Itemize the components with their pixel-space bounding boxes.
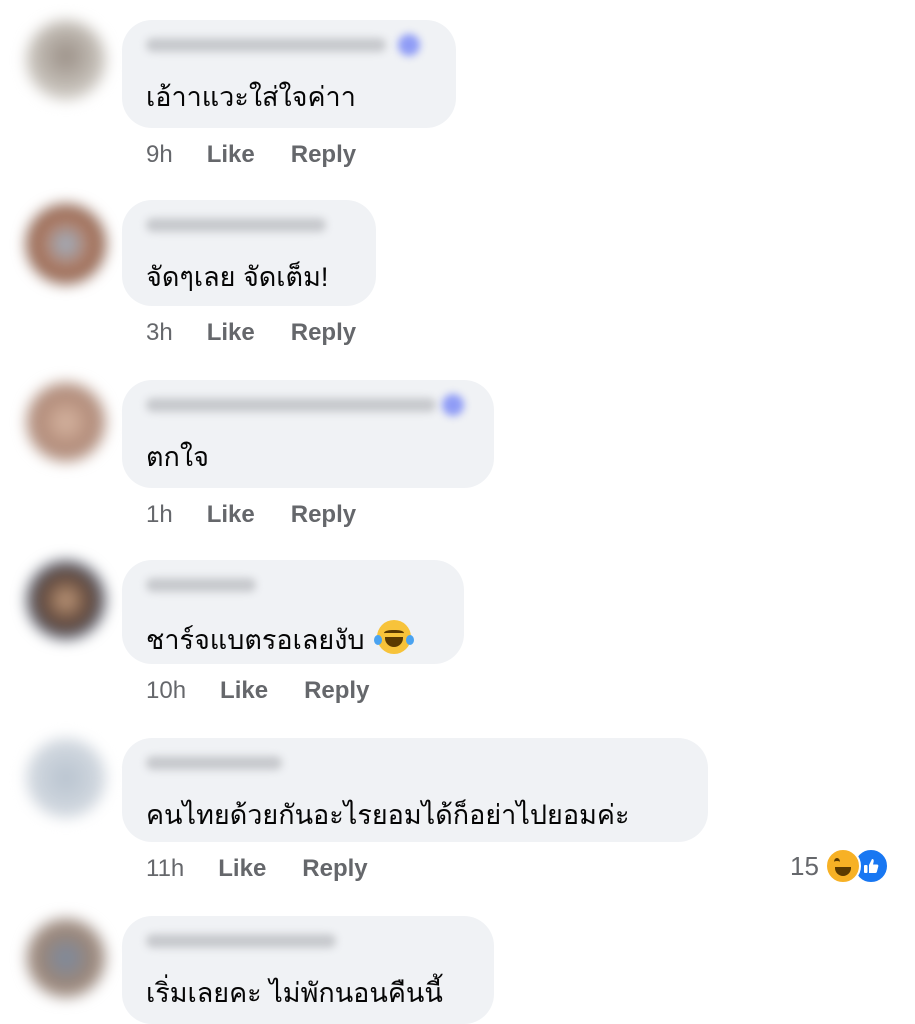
comment-bubble: คนไทยด้วยกันอะไรยอมได้ก็อย่าไปยอมค่ะ (122, 738, 708, 842)
comment-text: จัดๆเลย จัดเต็ม! (146, 262, 329, 292)
author-name-blurred[interactable] (146, 934, 336, 948)
avatar[interactable] (26, 738, 106, 818)
comment-bubble: จัดๆเลย จัดเต็ม! (122, 200, 376, 306)
laughing-tears-emoji-icon (373, 620, 414, 654)
comment-bubble: ตกใจ (122, 380, 494, 488)
author-name-blurred[interactable] (146, 38, 386, 52)
comment-bubble: เอ้าาแวะใส่ใจค่าา (122, 20, 456, 128)
comment-text: เริ่มเลยคะ ไม่พักนอนคืนนี้ (146, 978, 443, 1008)
comment-actions: 1h Like Reply (146, 500, 356, 530)
reply-button[interactable]: Reply (302, 854, 367, 884)
reply-button[interactable]: Reply (304, 676, 369, 706)
comment-actions: 3h Like Reply (146, 318, 356, 348)
comment-time[interactable]: 3h (146, 318, 173, 348)
verified-badge-icon (442, 394, 464, 416)
reaction-count: 15 (790, 850, 819, 881)
comment-text: เอ้าาแวะใส่ใจค่าา (146, 82, 356, 112)
like-button[interactable]: Like (207, 318, 255, 348)
comment-time[interactable]: 1h (146, 500, 173, 530)
comment-actions: 10h Like Reply (146, 676, 369, 706)
avatar[interactable] (26, 560, 106, 640)
avatar[interactable] (26, 382, 106, 462)
reaction-summary[interactable]: 15 (790, 848, 889, 884)
like-button[interactable]: Like (207, 140, 255, 170)
avatar[interactable] (26, 918, 106, 998)
comment-bubble: เริ่มเลยคะ ไม่พักนอนคืนนี้ (122, 916, 494, 1024)
reply-button[interactable]: Reply (291, 500, 356, 530)
comment-text: คนไทยด้วยกันอะไรยอมได้ก็อย่าไปยอมค่ะ (146, 800, 630, 830)
author-name-blurred[interactable] (146, 218, 326, 232)
avatar[interactable] (26, 20, 106, 100)
tear-drop (373, 635, 382, 645)
author-name-blurred[interactable] (146, 578, 256, 592)
comment-text-line: ชาร์จแบตรอเลยงับ (146, 620, 414, 657)
haha-reaction-icon (824, 848, 861, 884)
reply-button[interactable]: Reply (291, 318, 356, 348)
comment-actions: 9h Like Reply (146, 140, 356, 170)
comment-bubble: ชาร์จแบตรอเลยงับ (122, 560, 464, 664)
comment-time[interactable]: 10h (146, 676, 186, 706)
avatar[interactable] (26, 204, 106, 284)
like-button[interactable]: Like (218, 854, 266, 884)
author-name-blurred[interactable] (146, 756, 282, 770)
comment-text: ชาร์จแบตรอเลยงับ (146, 625, 365, 655)
comment-actions: 11h Like Reply (146, 854, 368, 884)
comment-time[interactable]: 9h (146, 140, 173, 170)
verified-badge-icon (398, 34, 420, 56)
author-name-blurred[interactable] (146, 398, 436, 412)
comment-text: ตกใจ (146, 442, 209, 472)
like-button[interactable]: Like (220, 676, 268, 706)
like-button[interactable]: Like (207, 500, 255, 530)
comment-time[interactable]: 11h (146, 854, 184, 884)
tear-drop (405, 635, 414, 645)
reply-button[interactable]: Reply (291, 140, 356, 170)
thumbs-up-icon (863, 859, 879, 873)
